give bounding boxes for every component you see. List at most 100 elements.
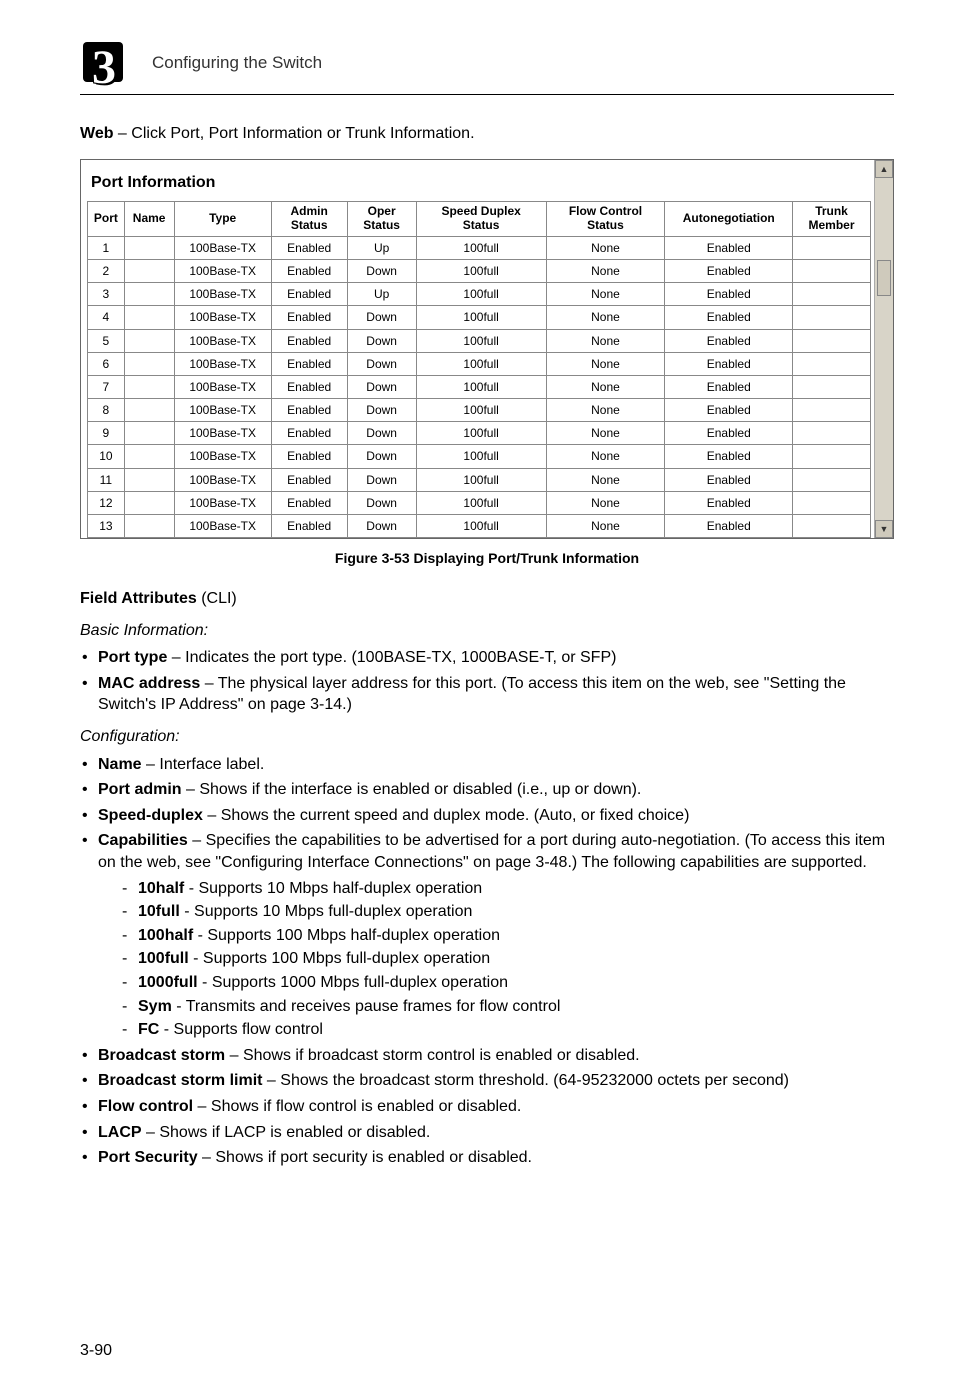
scroll-up-icon[interactable]: ▲ <box>875 160 893 178</box>
figure-caption: Figure 3-53 Displaying Port/Trunk Inform… <box>80 549 894 568</box>
cell-type: 100Base-TX <box>174 399 271 422</box>
cell-oper: Down <box>347 306 416 329</box>
cell-name <box>124 329 174 352</box>
page-header: 3 Configuring the Switch <box>80 38 894 88</box>
web-text: – Click Port, Port Information or Trunk … <box>113 125 474 142</box>
col-auto: Autonegotiation <box>665 202 793 237</box>
chapter-title: Configuring the Switch <box>152 52 322 75</box>
cell-flow: None <box>546 306 665 329</box>
cell-name <box>124 306 174 329</box>
cell-auto: Enabled <box>665 283 793 306</box>
cell-type: 100Base-TX <box>174 515 271 538</box>
cell-trunk <box>793 399 871 422</box>
cell-auto: Enabled <box>665 306 793 329</box>
scrollbar[interactable]: ▲ ▼ <box>874 160 893 539</box>
table-row: 7100Base-TXEnabledDown100fullNoneEnabled <box>88 375 871 398</box>
cell-trunk <box>793 515 871 538</box>
field-attributes-heading: Field Attributes (CLI) <box>80 588 894 610</box>
configuration-heading: Configuration: <box>80 726 894 748</box>
sub-list-item: 1000full - Supports 1000 Mbps full-duple… <box>122 972 894 994</box>
cell-type: 100Base-TX <box>174 329 271 352</box>
cell-oper: Down <box>347 375 416 398</box>
cell-name <box>124 515 174 538</box>
cell-flow: None <box>546 236 665 259</box>
cell-port: 13 <box>88 515 125 538</box>
sub-list-item: FC - Supports flow control <box>122 1019 894 1041</box>
cell-oper: Down <box>347 259 416 282</box>
cell-oper: Up <box>347 283 416 306</box>
cell-speed: 100full <box>416 445 546 468</box>
table-row: 6100Base-TXEnabledDown100fullNoneEnabled <box>88 352 871 375</box>
cell-flow: None <box>546 375 665 398</box>
col-speed: Speed DuplexStatus <box>416 202 546 237</box>
sub-list: 10half - Supports 10 Mbps half-duplex op… <box>122 878 894 1041</box>
cell-type: 100Base-TX <box>174 283 271 306</box>
sub-list-item: 100half - Supports 100 Mbps half-duplex … <box>122 925 894 947</box>
table-header-row: Port Name Type AdminStatus OperStatus Sp… <box>88 202 871 237</box>
cell-admin: Enabled <box>271 352 347 375</box>
cell-admin: Enabled <box>271 375 347 398</box>
scroll-down-icon[interactable]: ▼ <box>875 520 893 538</box>
web-instruction: Web – Click Port, Port Information or Tr… <box>80 123 894 145</box>
cell-trunk <box>793 259 871 282</box>
cell-oper: Down <box>347 329 416 352</box>
cell-admin: Enabled <box>271 236 347 259</box>
cell-admin: Enabled <box>271 491 347 514</box>
cell-flow: None <box>546 422 665 445</box>
scroll-thumb[interactable] <box>877 260 891 296</box>
col-trunk: TrunkMember <box>793 202 871 237</box>
cell-speed: 100full <box>416 352 546 375</box>
cell-speed: 100full <box>416 306 546 329</box>
cell-port: 4 <box>88 306 125 329</box>
cell-port: 11 <box>88 468 125 491</box>
cell-port: 12 <box>88 491 125 514</box>
basic-info-list: Port type – Indicates the port type. (10… <box>80 647 894 716</box>
table-row: 4100Base-TXEnabledDown100fullNoneEnabled <box>88 306 871 329</box>
chapter-mark: 3 <box>80 38 136 88</box>
col-port: Port <box>88 202 125 237</box>
cell-type: 100Base-TX <box>174 375 271 398</box>
cell-admin: Enabled <box>271 445 347 468</box>
cell-type: 100Base-TX <box>174 352 271 375</box>
chapter-number: 3 <box>92 36 116 101</box>
cell-trunk <box>793 468 871 491</box>
cell-type: 100Base-TX <box>174 422 271 445</box>
cell-port: 5 <box>88 329 125 352</box>
cell-port: 7 <box>88 375 125 398</box>
cell-auto: Enabled <box>665 422 793 445</box>
screenshot-title: Port Information <box>91 172 871 194</box>
cell-admin: Enabled <box>271 283 347 306</box>
cell-speed: 100full <box>416 236 546 259</box>
cell-flow: None <box>546 491 665 514</box>
list-item: Port admin – Shows if the interface is e… <box>80 779 894 801</box>
cell-oper: Down <box>347 399 416 422</box>
cell-speed: 100full <box>416 399 546 422</box>
table-row: 10100Base-TXEnabledDown100fullNoneEnable… <box>88 445 871 468</box>
port-info-table: Port Name Type AdminStatus OperStatus Sp… <box>87 201 871 538</box>
cell-trunk <box>793 375 871 398</box>
cell-trunk <box>793 352 871 375</box>
cell-flow: None <box>546 468 665 491</box>
cell-trunk <box>793 283 871 306</box>
list-item: Broadcast storm – Shows if broadcast sto… <box>80 1045 894 1067</box>
cell-admin: Enabled <box>271 515 347 538</box>
cell-type: 100Base-TX <box>174 236 271 259</box>
table-row: 1100Base-TXEnabledUp100fullNoneEnabled <box>88 236 871 259</box>
cell-auto: Enabled <box>665 515 793 538</box>
port-info-screenshot: ▲ ▼ Port Information Port Name Type Admi… <box>80 159 894 540</box>
cell-speed: 100full <box>416 259 546 282</box>
cell-admin: Enabled <box>271 259 347 282</box>
basic-info-heading: Basic Information: <box>80 620 894 642</box>
cell-speed: 100full <box>416 468 546 491</box>
col-oper: OperStatus <box>347 202 416 237</box>
cell-admin: Enabled <box>271 422 347 445</box>
cell-name <box>124 283 174 306</box>
cell-oper: Up <box>347 236 416 259</box>
table-row: 11100Base-TXEnabledDown100fullNoneEnable… <box>88 468 871 491</box>
cell-name <box>124 259 174 282</box>
list-item: Name – Interface label. <box>80 754 894 776</box>
cell-speed: 100full <box>416 329 546 352</box>
table-row: 8100Base-TXEnabledDown100fullNoneEnabled <box>88 399 871 422</box>
cell-port: 2 <box>88 259 125 282</box>
cell-auto: Enabled <box>665 352 793 375</box>
